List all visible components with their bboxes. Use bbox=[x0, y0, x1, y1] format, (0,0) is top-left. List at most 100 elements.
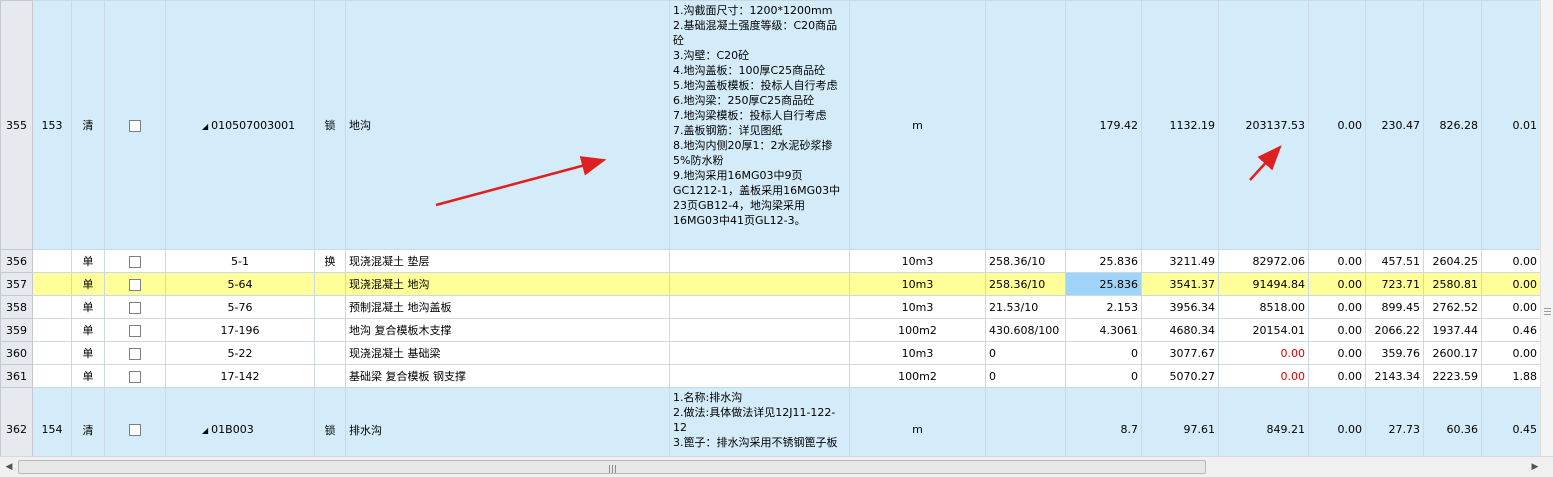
cost-col-4[interactable]: 0.00 bbox=[1481, 295, 1540, 319]
checkbox-icon[interactable] bbox=[129, 324, 141, 337]
expression-cell[interactable]: 0 bbox=[985, 364, 1066, 388]
unit-price-cell[interactable]: 3541.37 bbox=[1141, 272, 1219, 296]
unit-price-cell[interactable]: 3077.67 bbox=[1141, 341, 1219, 365]
unit-cell[interactable]: 10m3 bbox=[849, 341, 986, 365]
checkbox-cell[interactable] bbox=[104, 272, 166, 296]
type-cell[interactable]: 清 bbox=[71, 387, 105, 456]
checkbox-icon[interactable] bbox=[129, 424, 141, 436]
expression-cell[interactable]: 258.36/10 bbox=[985, 249, 1066, 273]
table-row[interactable]: 359 单 17-196 地沟 复合模板木支撑 100m2 430.608/10… bbox=[0, 318, 1540, 342]
name-cell[interactable]: 现浇混凝土 垫层 bbox=[345, 249, 670, 273]
expression-cell[interactable]: 21.53/10 bbox=[985, 295, 1066, 319]
cost-col-3[interactable]: 2762.52 bbox=[1423, 295, 1482, 319]
cost-col-1[interactable]: 0.00 bbox=[1308, 295, 1366, 319]
cost-col-1[interactable]: 0.00 bbox=[1308, 318, 1366, 342]
description-cell[interactable] bbox=[669, 341, 850, 365]
cost-col-4[interactable]: 0.01 bbox=[1481, 0, 1540, 250]
expression-cell[interactable]: 258.36/10 bbox=[985, 272, 1066, 296]
name-cell[interactable]: 现浇混凝土 地沟 bbox=[345, 272, 670, 296]
row-number[interactable]: 356 bbox=[0, 249, 33, 273]
row-number[interactable]: 357 bbox=[0, 272, 33, 296]
code-cell[interactable]: 5-64 bbox=[165, 272, 315, 296]
cost-col-2[interactable]: 359.76 bbox=[1365, 341, 1424, 365]
expression-cell[interactable]: 0 bbox=[985, 341, 1066, 365]
seq-cell[interactable] bbox=[32, 341, 72, 365]
seq-cell[interactable] bbox=[32, 364, 72, 388]
code-cell[interactable]: 5-76 bbox=[165, 295, 315, 319]
table-row[interactable]: 357 单 5-64 现浇混凝土 地沟 10m3 258.36/10 25.83… bbox=[0, 272, 1540, 296]
cost-col-2[interactable]: 899.45 bbox=[1365, 295, 1424, 319]
total-price-cell[interactable]: 0.00 bbox=[1218, 341, 1309, 365]
description-cell[interactable] bbox=[669, 272, 850, 296]
total-price-cell[interactable]: 91494.84 bbox=[1218, 272, 1309, 296]
cost-col-2[interactable]: 723.71 bbox=[1365, 272, 1424, 296]
scroll-left-icon[interactable]: ◀ bbox=[4, 461, 14, 473]
horizontal-scrollbar[interactable]: ◀ ▶ bbox=[0, 456, 1553, 477]
quantity-cell[interactable]: 4.3061 bbox=[1065, 318, 1142, 342]
unit-price-cell[interactable]: 5070.27 bbox=[1141, 364, 1219, 388]
cost-col-4[interactable]: 1.88 bbox=[1481, 364, 1540, 388]
unit-cell[interactable]: 100m2 bbox=[849, 318, 986, 342]
description-cell[interactable] bbox=[669, 249, 850, 273]
unit-price-cell[interactable]: 3956.34 bbox=[1141, 295, 1219, 319]
lock-cell[interactable] bbox=[314, 318, 346, 342]
total-price-cell[interactable]: 203137.53 bbox=[1218, 0, 1309, 250]
expand-triangle-icon[interactable]: ◢ bbox=[202, 426, 208, 435]
unit-cell[interactable]: 10m3 bbox=[849, 295, 986, 319]
row-number[interactable]: 361 bbox=[0, 364, 33, 388]
type-cell[interactable]: 单 bbox=[71, 272, 105, 296]
horizontal-scroll-thumb[interactable] bbox=[18, 460, 1206, 474]
table-row[interactable]: 355 153 清 ◢ 010507003001 锁 地沟 1.沟截面尺寸：120… bbox=[0, 0, 1540, 250]
lock-cell[interactable] bbox=[314, 272, 346, 296]
table-row[interactable]: 361 单 17-142 基础梁 复合模板 钢支撑 100m2 0 0 5070… bbox=[0, 364, 1540, 388]
cost-col-1[interactable]: 0.00 bbox=[1308, 364, 1366, 388]
cost-col-4[interactable]: 0.46 bbox=[1481, 318, 1540, 342]
cost-col-4[interactable]: 0.45 bbox=[1481, 387, 1540, 456]
table-row[interactable]: 358 单 5-76 预制混凝土 地沟盖板 10m3 21.53/10 2.15… bbox=[0, 295, 1540, 319]
unit-price-cell[interactable]: 4680.34 bbox=[1141, 318, 1219, 342]
description-cell[interactable] bbox=[669, 364, 850, 388]
cost-col-3[interactable]: 2600.17 bbox=[1423, 341, 1482, 365]
checkbox-icon[interactable] bbox=[129, 301, 141, 314]
expand-triangle-icon[interactable]: ◢ bbox=[202, 122, 208, 131]
code-cell[interactable]: 17-142 bbox=[165, 364, 315, 388]
cost-col-2[interactable]: 457.51 bbox=[1365, 249, 1424, 273]
quantity-cell[interactable]: 2.153 bbox=[1065, 295, 1142, 319]
vertical-scrollbar[interactable] bbox=[1540, 0, 1553, 456]
unit-cell[interactable]: 100m2 bbox=[849, 364, 986, 388]
code-cell[interactable]: ◢ 010507003001 bbox=[165, 0, 315, 250]
unit-cell[interactable]: 10m3 bbox=[849, 249, 986, 273]
total-price-cell[interactable]: 20154.01 bbox=[1218, 318, 1309, 342]
type-cell[interactable]: 清 bbox=[71, 0, 105, 250]
description-cell[interactable]: 1.沟截面尺寸：1200*1200mm 2.基础混凝土强度等级：C20商品砼 3… bbox=[669, 0, 850, 250]
cost-col-3[interactable]: 2580.81 bbox=[1423, 272, 1482, 296]
total-price-cell[interactable]: 8518.00 bbox=[1218, 295, 1309, 319]
total-price-cell[interactable]: 849.21 bbox=[1218, 387, 1309, 456]
seq-cell[interactable] bbox=[32, 295, 72, 319]
seq-cell[interactable]: 153 bbox=[32, 0, 72, 250]
quantity-cell[interactable]: 25.836 bbox=[1065, 249, 1142, 273]
checkbox-cell[interactable] bbox=[104, 318, 166, 342]
lock-cell[interactable]: 换 bbox=[314, 249, 346, 273]
expression-cell[interactable] bbox=[985, 387, 1066, 456]
cost-col-3[interactable]: 2223.59 bbox=[1423, 364, 1482, 388]
type-cell[interactable]: 单 bbox=[71, 249, 105, 273]
name-cell[interactable]: 排水沟 bbox=[345, 387, 670, 456]
row-number[interactable]: 360 bbox=[0, 341, 33, 365]
code-cell[interactable]: 17-196 bbox=[165, 318, 315, 342]
unit-cell[interactable]: 10m3 bbox=[849, 272, 986, 296]
row-number[interactable]: 362 bbox=[0, 387, 33, 456]
code-cell[interactable]: ◢ 01B003 bbox=[165, 387, 315, 456]
checkbox-cell[interactable] bbox=[104, 341, 166, 365]
cost-col-2[interactable]: 2066.22 bbox=[1365, 318, 1424, 342]
seq-cell[interactable] bbox=[32, 318, 72, 342]
code-cell[interactable]: 5-22 bbox=[165, 341, 315, 365]
total-price-cell[interactable]: 82972.06 bbox=[1218, 249, 1309, 273]
quantity-cell[interactable]: 0 bbox=[1065, 364, 1142, 388]
name-cell[interactable]: 地沟 复合模板木支撑 bbox=[345, 318, 670, 342]
table-row[interactable]: 360 单 5-22 现浇混凝土 基础梁 10m3 0 0 3077.67 0.… bbox=[0, 341, 1540, 365]
cost-col-2[interactable]: 230.47 bbox=[1365, 0, 1424, 250]
type-cell[interactable]: 单 bbox=[71, 295, 105, 319]
scroll-right-icon[interactable]: ▶ bbox=[1530, 461, 1540, 473]
lock-cell[interactable] bbox=[314, 364, 346, 388]
